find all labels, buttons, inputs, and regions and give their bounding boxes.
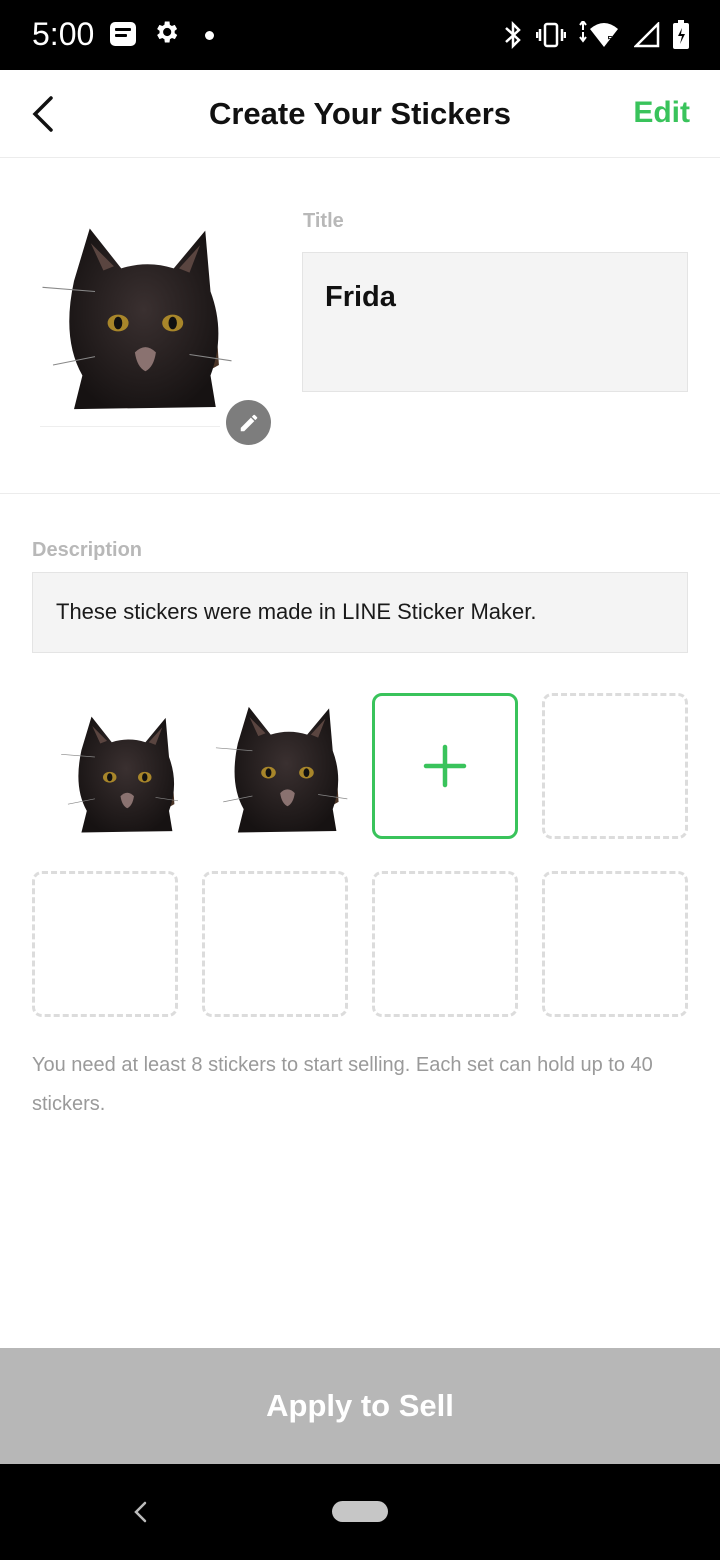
page-title: Create Your Stickers bbox=[208, 96, 512, 131]
sticker-image bbox=[32, 693, 178, 839]
main-sticker-image[interactable] bbox=[32, 218, 242, 428]
wifi-icon: 5 bbox=[579, 21, 618, 47]
vibrate-icon bbox=[536, 22, 566, 48]
system-nav-bar bbox=[0, 1464, 720, 1560]
signal-icon bbox=[634, 22, 660, 48]
nav-back-icon bbox=[134, 1501, 147, 1523]
battery-icon bbox=[673, 20, 689, 49]
bluetooth-icon bbox=[505, 20, 521, 50]
sticker-image bbox=[202, 693, 348, 839]
status-time: 5:00 bbox=[32, 16, 95, 52]
edit-image-button[interactable] bbox=[226, 400, 271, 445]
empty-sticker-slot[interactable] bbox=[542, 693, 688, 839]
empty-sticker-slot[interactable] bbox=[542, 871, 688, 1017]
edit-button[interactable]: Edit bbox=[633, 96, 690, 130]
svg-text:5: 5 bbox=[607, 35, 613, 46]
dot-icon bbox=[205, 31, 214, 40]
empty-sticker-slot[interactable] bbox=[32, 871, 178, 1017]
sticker-set-header: Title Frida bbox=[0, 158, 720, 494]
status-bar: 5:00 5 bbox=[0, 0, 720, 70]
sticker-slot-2[interactable] bbox=[202, 693, 348, 839]
pencil-icon bbox=[240, 414, 257, 431]
apply-to-sell-button[interactable]: Apply to Sell bbox=[0, 1348, 720, 1464]
status-icons-right: 5 bbox=[502, 18, 690, 52]
description-label: Description bbox=[32, 539, 143, 561]
title-field[interactable]: Frida bbox=[302, 252, 688, 392]
nav-home-button[interactable] bbox=[332, 1501, 388, 1522]
message-icon bbox=[110, 22, 136, 46]
empty-sticker-slot[interactable] bbox=[202, 871, 348, 1017]
nav-back-button[interactable] bbox=[125, 1496, 155, 1528]
divider bbox=[40, 426, 220, 427]
plus-icon bbox=[423, 744, 467, 788]
app-bar: Create Your Stickers Edit bbox=[0, 70, 720, 158]
gear-icon bbox=[152, 18, 180, 51]
sticker-slot-1[interactable] bbox=[32, 693, 178, 839]
empty-sticker-slot[interactable] bbox=[372, 871, 518, 1017]
title-label: Title bbox=[303, 210, 344, 232]
description-field[interactable]: These stickers were made in LINE Sticker… bbox=[32, 572, 688, 653]
sticker-count-info: You need at least 8 stickers to start se… bbox=[32, 1054, 653, 1115]
add-sticker-button[interactable] bbox=[372, 693, 518, 839]
